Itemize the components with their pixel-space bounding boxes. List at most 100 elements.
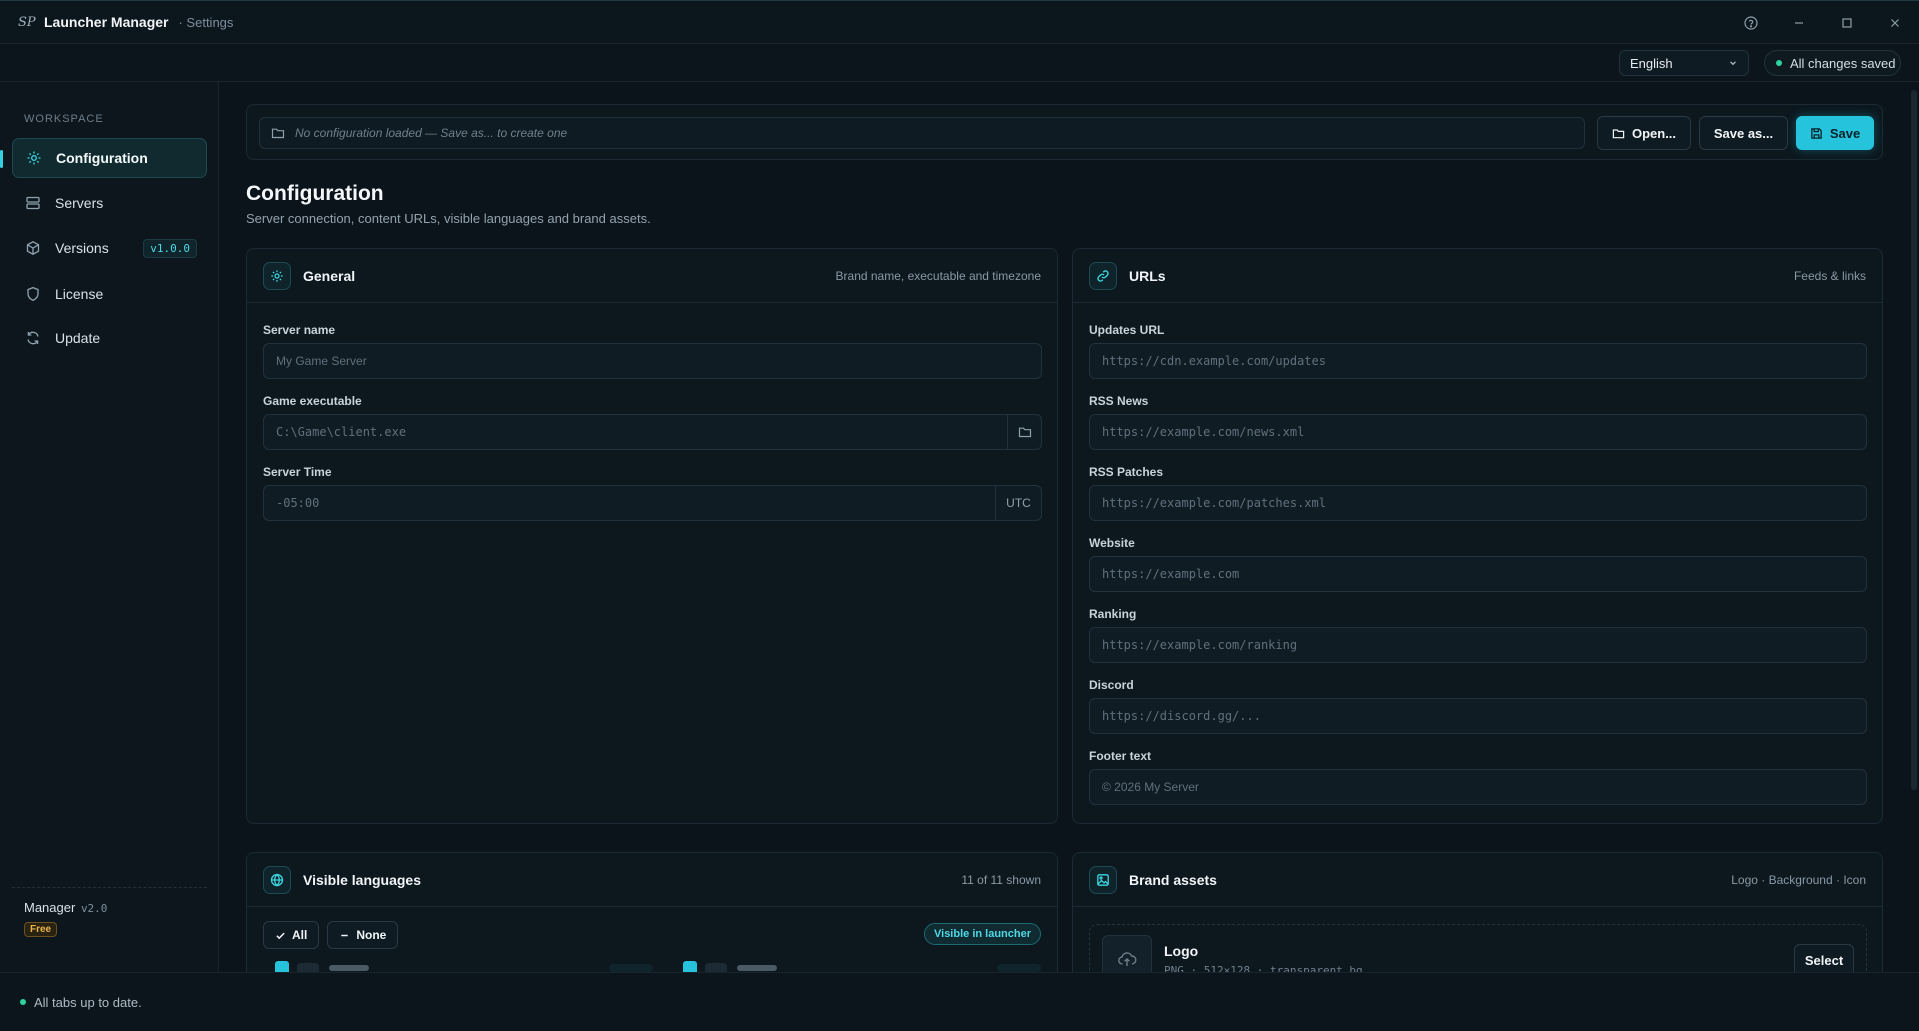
save-button-label: Save xyxy=(1829,125,1861,141)
sidebar-item-label: License xyxy=(55,286,104,302)
sidebar-item-license[interactable]: License xyxy=(12,274,207,314)
logo-asset-row: Logo PNG · 512×128 · transparent bg Sele… xyxy=(1089,924,1867,972)
minimize-button[interactable] xyxy=(1775,1,1823,44)
select-all-button[interactable]: All xyxy=(263,921,320,949)
server-name-input[interactable]: My Game Server xyxy=(263,343,1042,379)
gear-icon xyxy=(26,150,42,166)
ranking-input[interactable]: https://example.com/ranking xyxy=(1089,627,1867,663)
cube-icon xyxy=(25,240,41,256)
website-placeholder: https://example.com xyxy=(1102,567,1240,581)
sidebar-item-configuration[interactable]: Configuration xyxy=(12,138,207,178)
select-logo-label: Select xyxy=(1804,952,1844,968)
save-as-button[interactable]: Save as... xyxy=(1699,116,1788,150)
minimize-icon xyxy=(1795,21,1803,24)
folder-open-icon xyxy=(1612,127,1625,140)
save-status-badge: All changes saved xyxy=(1764,50,1901,76)
status-dot-icon xyxy=(1776,60,1782,66)
server-time-input[interactable]: -05:00 UTC xyxy=(263,485,1042,521)
chevron-down-icon xyxy=(1730,61,1736,66)
close-button[interactable] xyxy=(1871,1,1919,44)
app-title: Launcher Manager xyxy=(44,14,169,30)
discord-placeholder: https://discord.gg/... xyxy=(1102,709,1261,723)
help-button[interactable] xyxy=(1727,1,1775,44)
general-card-hint: Brand name, executable and timezone xyxy=(835,268,1041,283)
folder-icon xyxy=(1018,427,1031,438)
folder-icon xyxy=(271,126,285,140)
select-none-label: None xyxy=(356,928,387,942)
sidebar: WORKSPACE Configuration Servers Versions… xyxy=(0,82,219,972)
globe-icon xyxy=(263,865,291,894)
maximize-button[interactable] xyxy=(1823,1,1871,44)
save-icon xyxy=(1810,127,1823,140)
link-icon xyxy=(1089,261,1117,290)
discord-label: Discord xyxy=(1089,678,1134,692)
open-button[interactable]: Open... xyxy=(1597,116,1691,150)
manager-info: Manager v2.0 xyxy=(24,900,107,915)
executable-input[interactable]: C:\Game\client.exe xyxy=(263,414,1042,450)
select-none-button[interactable]: None xyxy=(327,921,399,949)
urls-card-title: URLs xyxy=(1129,267,1166,284)
language-code-chip xyxy=(297,963,319,972)
sidebar-item-update[interactable]: Update xyxy=(12,318,207,358)
open-button-label: Open... xyxy=(1631,125,1677,141)
page-subtitle: Server connection, content URLs, visible… xyxy=(246,211,651,226)
select-all-label: All xyxy=(292,928,308,942)
language-tag-chip xyxy=(997,964,1041,972)
rss-patches-label: RSS Patches xyxy=(1089,465,1164,479)
scrollbar[interactable] xyxy=(1911,90,1917,790)
brand-assets-card: Brand assets Logo · Background · Icon Lo… xyxy=(1072,852,1883,972)
save-as-button-label: Save as... xyxy=(1713,125,1774,141)
languages-card: Visible languages 11 of 11 shown All Non… xyxy=(246,852,1058,972)
general-card-header: General Brand name, executable and timez… xyxy=(247,249,1057,303)
logo-asset-meta: PNG · 512×128 · transparent bg xyxy=(1164,964,1363,972)
config-path-field[interactable]: No configuration loaded — Save as... to … xyxy=(259,117,1585,149)
server-icon xyxy=(25,195,41,211)
checkbox[interactable] xyxy=(683,961,697,972)
shield-icon xyxy=(25,286,41,302)
updates-url-placeholder: https://cdn.example.com/updates xyxy=(1102,354,1326,368)
select-logo-button[interactable]: Select xyxy=(1794,944,1854,972)
footer-text-input[interactable]: © 2026 My Server xyxy=(1089,769,1867,805)
browse-button[interactable] xyxy=(1007,415,1041,449)
manager-version: v2.0 xyxy=(80,902,108,915)
save-status-text: All changes saved xyxy=(1790,55,1896,71)
server-name-label: Server name xyxy=(263,323,336,337)
language-select[interactable]: English xyxy=(1619,50,1749,76)
urls-card: URLs Feeds & links Updates URL https://c… xyxy=(1072,248,1883,824)
config-path-placeholder: No configuration loaded — Save as... to … xyxy=(295,126,568,140)
rss-news-placeholder: https://example.com/news.xml xyxy=(1102,425,1305,439)
close-icon xyxy=(1891,18,1899,27)
sidebar-item-versions[interactable]: Versions v1.0.0 xyxy=(12,228,207,268)
app-logo: SP xyxy=(18,14,36,30)
server-name-placeholder: My Game Server xyxy=(276,354,367,368)
sidebar-section-title: WORKSPACE xyxy=(24,113,104,125)
general-card: General Brand name, executable and timez… xyxy=(246,248,1058,824)
visible-in-launcher-badge: Visible in launcher xyxy=(924,923,1041,945)
top-bar: English All changes saved xyxy=(0,44,1919,82)
sidebar-item-label: Configuration xyxy=(56,150,148,166)
server-time-label: Server Time xyxy=(263,465,332,479)
status-dot-icon xyxy=(20,999,26,1005)
gear-icon xyxy=(263,261,291,290)
page-title: Configuration xyxy=(246,182,384,205)
updates-url-input[interactable]: https://cdn.example.com/updates xyxy=(1089,343,1867,379)
rss-patches-input[interactable]: https://example.com/patches.xml xyxy=(1089,485,1867,521)
timezone-suffix: UTC xyxy=(995,486,1041,520)
discord-input[interactable]: https://discord.gg/... xyxy=(1089,698,1867,734)
sidebar-item-servers[interactable]: Servers xyxy=(12,183,207,223)
status-bar: All tabs up to date. xyxy=(0,972,1919,1031)
file-toolbar: No configuration loaded — Save as... to … xyxy=(246,104,1883,160)
updates-url-label: Updates URL xyxy=(1089,323,1165,337)
rss-news-input[interactable]: https://example.com/news.xml xyxy=(1089,414,1867,450)
save-button[interactable]: Save xyxy=(1796,116,1874,150)
main-content: No configuration loaded — Save as... to … xyxy=(220,82,1919,972)
refresh-icon xyxy=(25,330,41,346)
website-input[interactable]: https://example.com xyxy=(1089,556,1867,592)
language-code-chip xyxy=(705,963,727,972)
active-indicator xyxy=(0,150,3,168)
urls-card-header: URLs Feeds & links xyxy=(1073,249,1882,303)
languages-card-header: Visible languages 11 of 11 shown xyxy=(247,853,1057,907)
manager-name: Manager xyxy=(24,900,76,915)
rss-news-label: RSS News xyxy=(1089,394,1149,408)
checkbox[interactable] xyxy=(275,961,289,972)
